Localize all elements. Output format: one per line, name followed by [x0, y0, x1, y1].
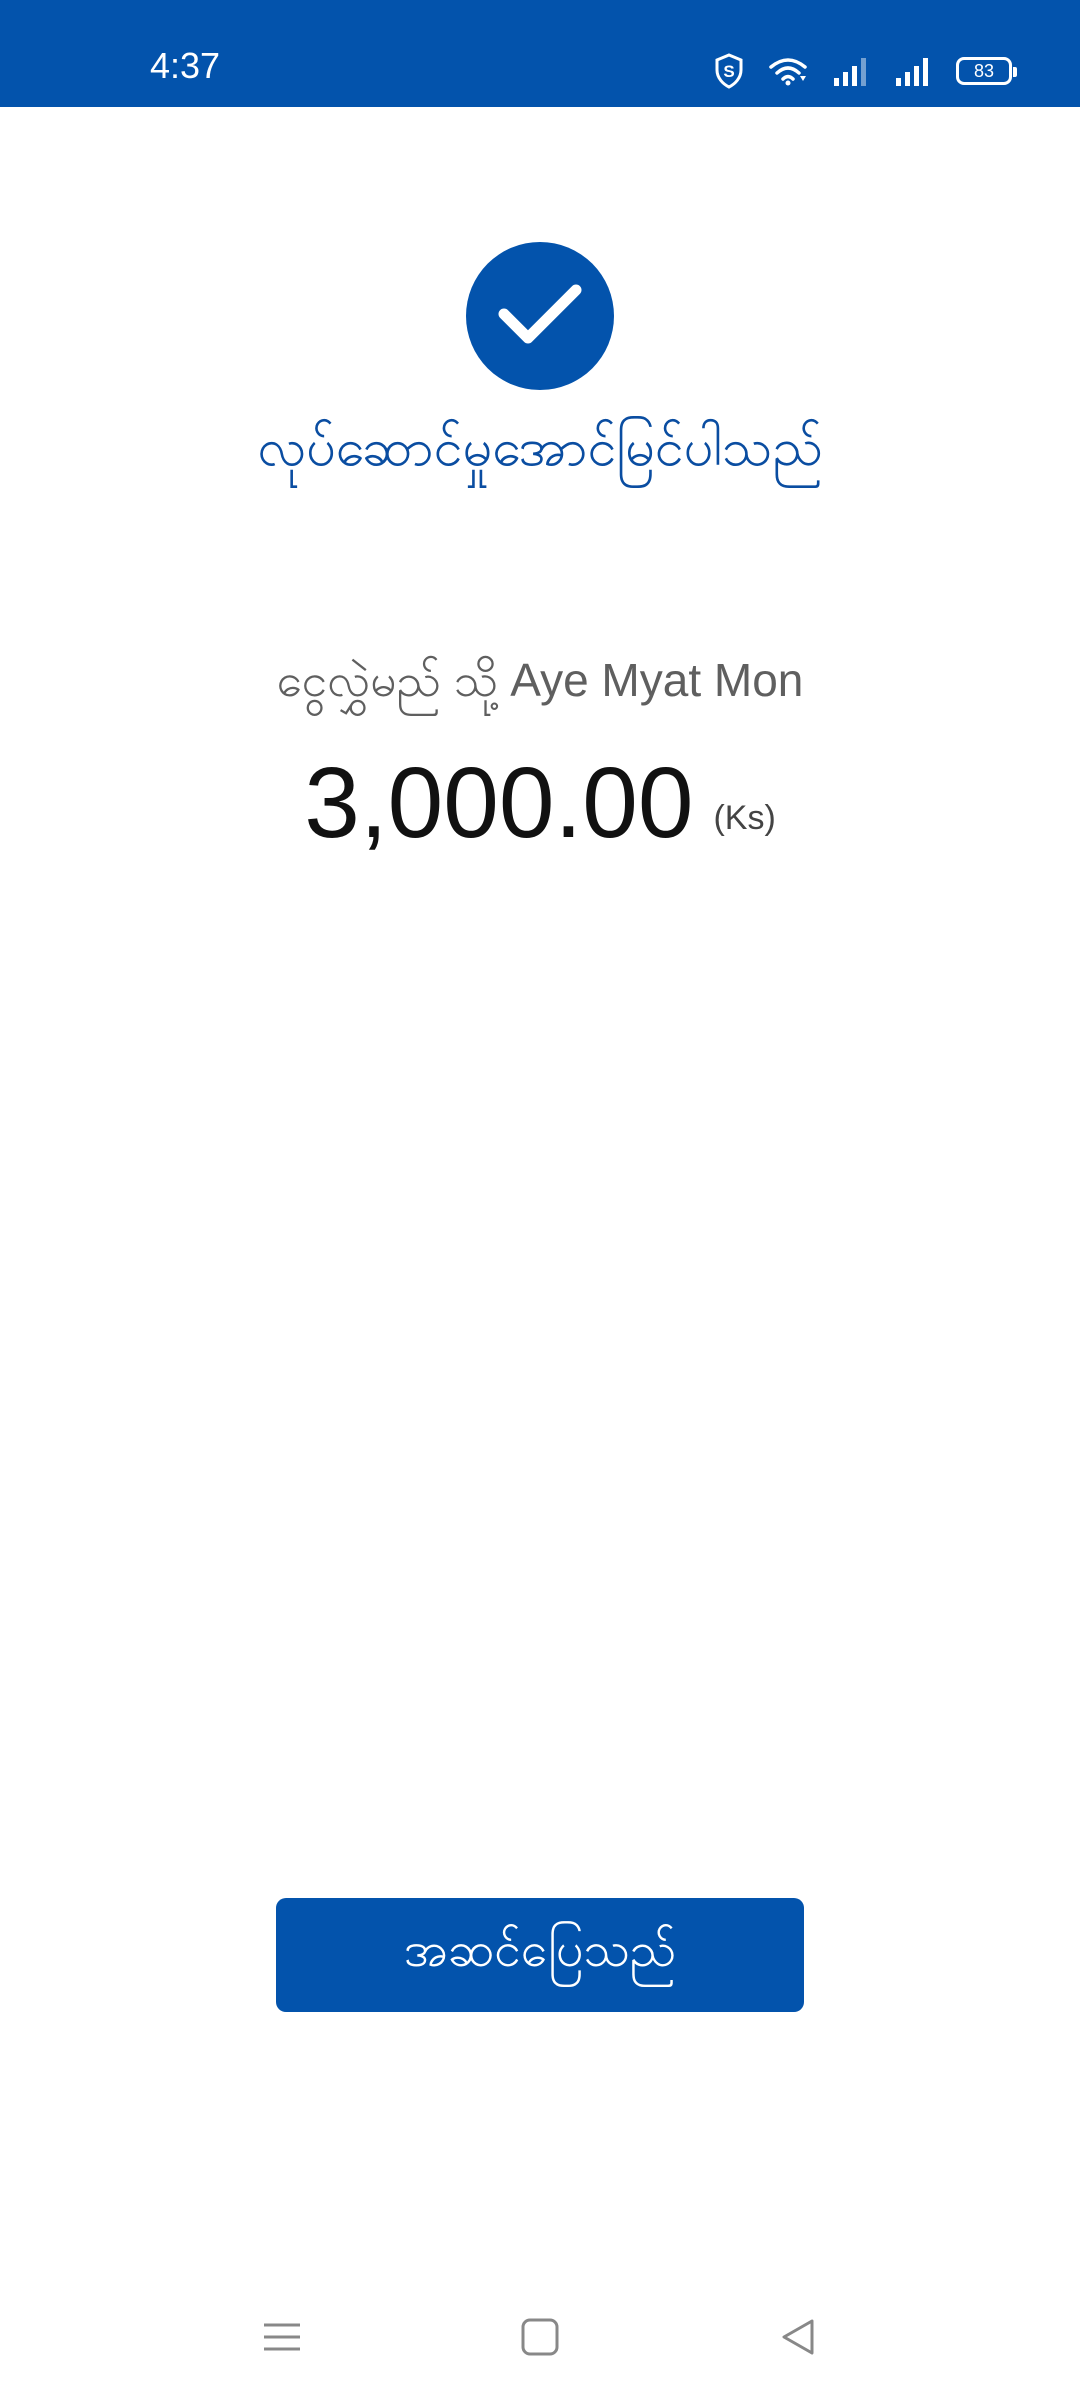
recipient-prefix: ငွေလွှဲမည် သို့ — [276, 654, 499, 706]
success-badge — [466, 242, 614, 390]
success-title: လုပ်ဆောင်မှုအောင်မြင်ပါသည် — [257, 418, 823, 478]
status-icons: S 83 — [714, 50, 1017, 92]
menu-icon[interactable] — [252, 2312, 312, 2362]
shield-s-icon: S — [714, 53, 744, 89]
cellular-signal-icon — [832, 56, 870, 86]
status-time: 4:37 — [150, 45, 221, 86]
recipient-name: Aye Myat Mon — [510, 654, 804, 706]
cellular-signal-icon — [894, 56, 932, 86]
wifi-icon — [768, 56, 808, 86]
recipient-line: ငွေလွှဲမည် သို့ Aye Myat Mon — [0, 640, 1080, 720]
svg-text:S: S — [723, 62, 734, 81]
system-nav-bar — [0, 2300, 1080, 2370]
home-square-icon[interactable] — [510, 2312, 570, 2362]
amount-value: 3,000.00 — [304, 747, 694, 859]
amount-row: 3,000.00 (Ks) — [0, 738, 1080, 868]
back-triangle-icon[interactable] — [768, 2312, 828, 2362]
amount-currency: (Ks) — [713, 799, 776, 837]
battery-icon: 83 — [956, 57, 1017, 85]
done-button[interactable]: အဆင်ပြေသည် — [276, 1898, 804, 2012]
status-bar: 4:37 S 83 — [0, 0, 1080, 107]
checkmark-icon — [498, 282, 582, 350]
